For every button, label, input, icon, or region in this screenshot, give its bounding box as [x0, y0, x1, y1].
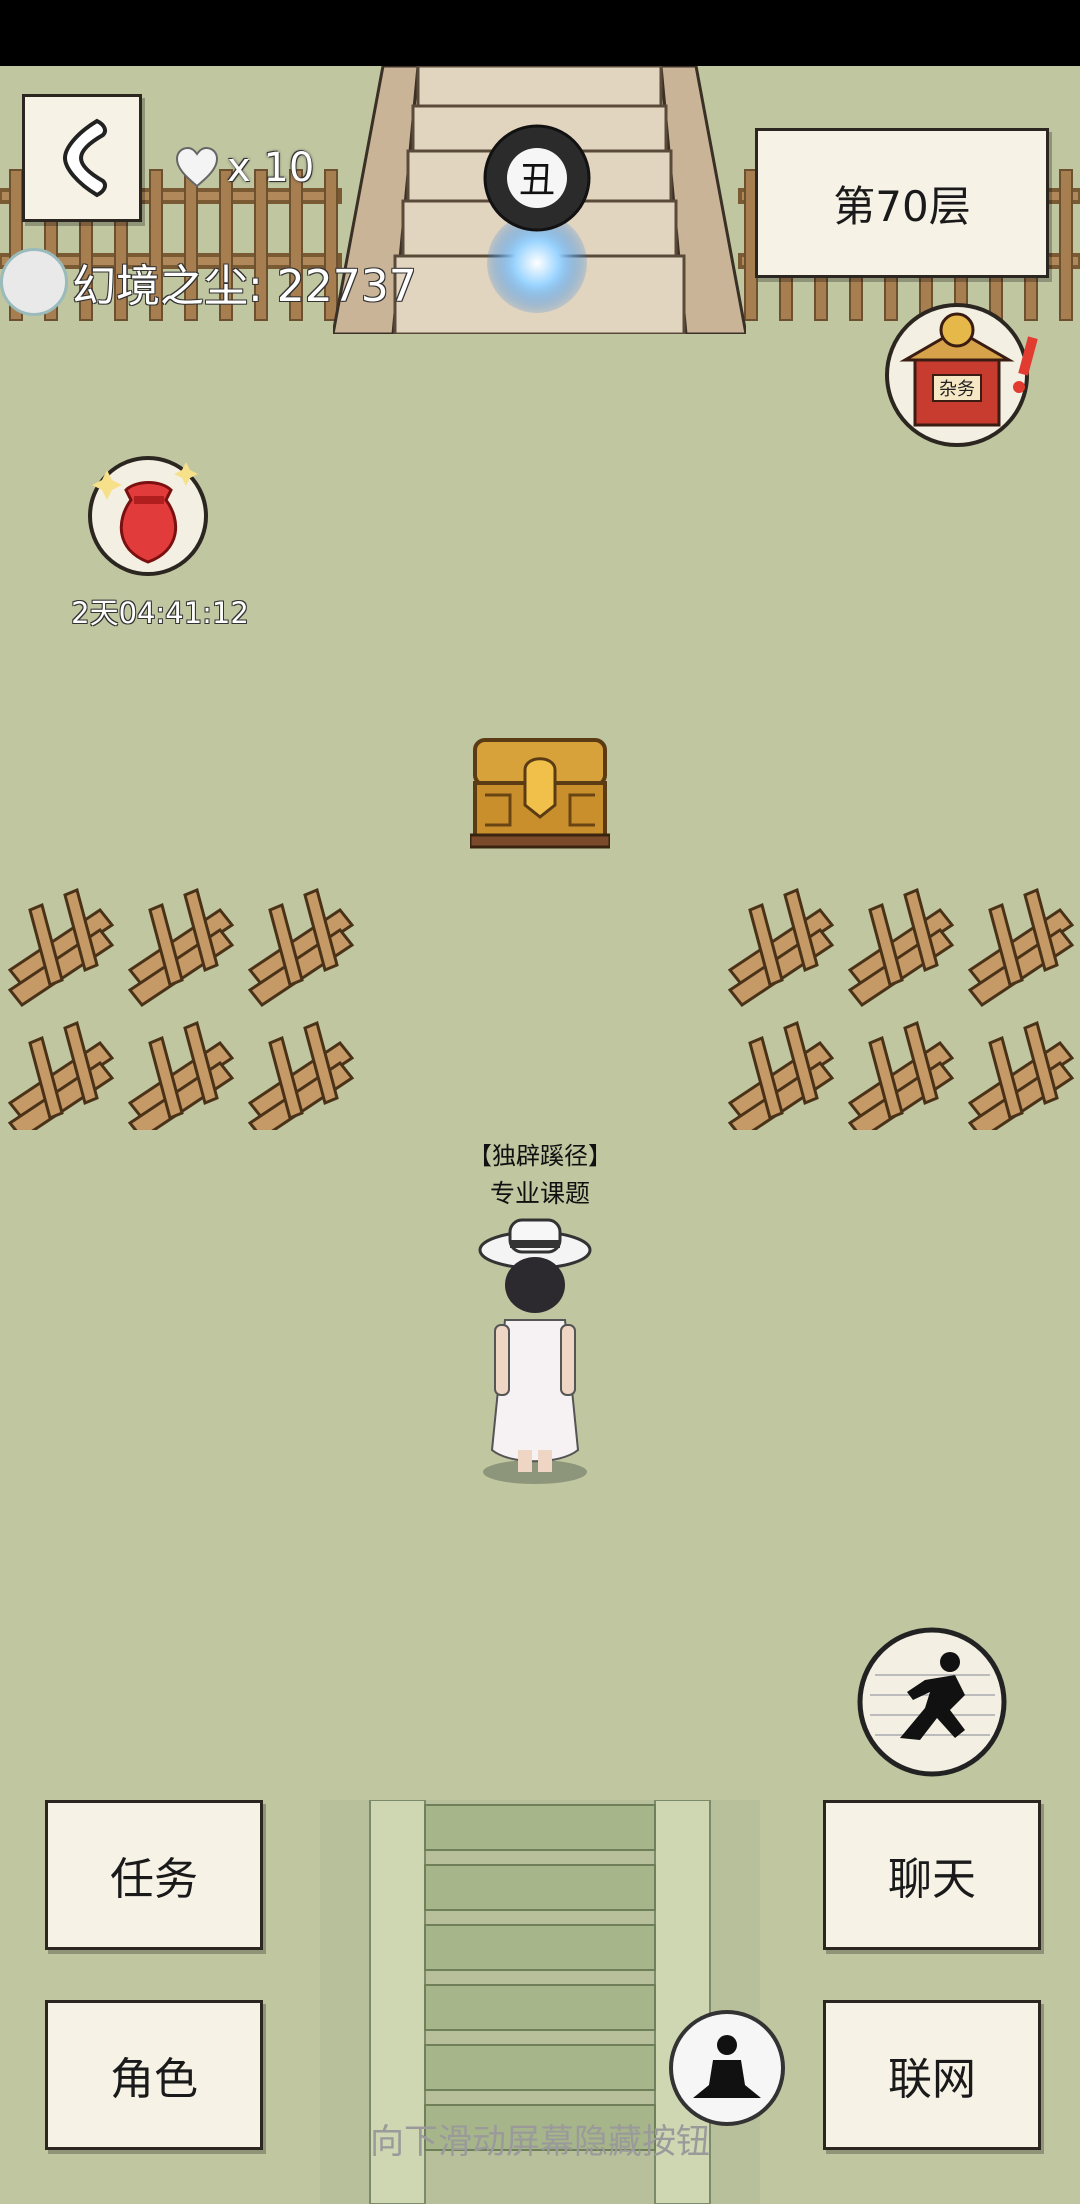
- floor-label: 第70层: [755, 128, 1049, 278]
- back-button[interactable]: [22, 94, 142, 222]
- status-bar: [0, 0, 1080, 66]
- lives-counter: x 10: [175, 138, 314, 198]
- sprint-button[interactable]: [855, 1620, 1010, 1785]
- task-button[interactable]: 任务: [45, 1800, 263, 1950]
- player-name: 【独辟蹊径】: [468, 1142, 612, 1170]
- network-button-label: 联网: [888, 2054, 976, 2105]
- barricade-group-right: [727, 887, 1074, 1130]
- dust-icon: [0, 248, 68, 316]
- heart-icon: [175, 146, 219, 188]
- shop-sign: 杂务: [939, 379, 975, 400]
- portal-symbol: 丑: [519, 160, 555, 201]
- bag-timer: 2天04:41:12: [71, 596, 249, 630]
- swipe-hint: 向下滑动屏幕隐藏按钮: [370, 2122, 710, 2162]
- chat-button[interactable]: 聊天: [823, 1800, 1041, 1950]
- role-button-label: 角色: [110, 2054, 198, 2105]
- dust-label: 幻境之尘: 22737: [72, 261, 417, 312]
- barricade: [727, 887, 835, 1008]
- task-button-label: 任务: [110, 1854, 198, 1905]
- portal-icon[interactable]: 丑: [482, 118, 592, 318]
- lives-count: x 10: [227, 145, 315, 191]
- dust-currency: 幻境之尘: 22737: [0, 248, 417, 316]
- player-character[interactable]: [470, 1210, 600, 1490]
- barricade: [7, 887, 115, 1008]
- red-bag-icon[interactable]: [86, 450, 211, 590]
- shop-icon[interactable]: 杂务: [885, 295, 1045, 455]
- barricade-group-left: [7, 887, 354, 1130]
- treasure-chest-icon[interactable]: [470, 735, 610, 850]
- floor-text: 第70层: [833, 181, 971, 231]
- back-arrow-icon: [62, 118, 107, 198]
- player-title: 专业课题: [489, 1179, 590, 1208]
- chat-button-label: 聊天: [888, 1854, 976, 1905]
